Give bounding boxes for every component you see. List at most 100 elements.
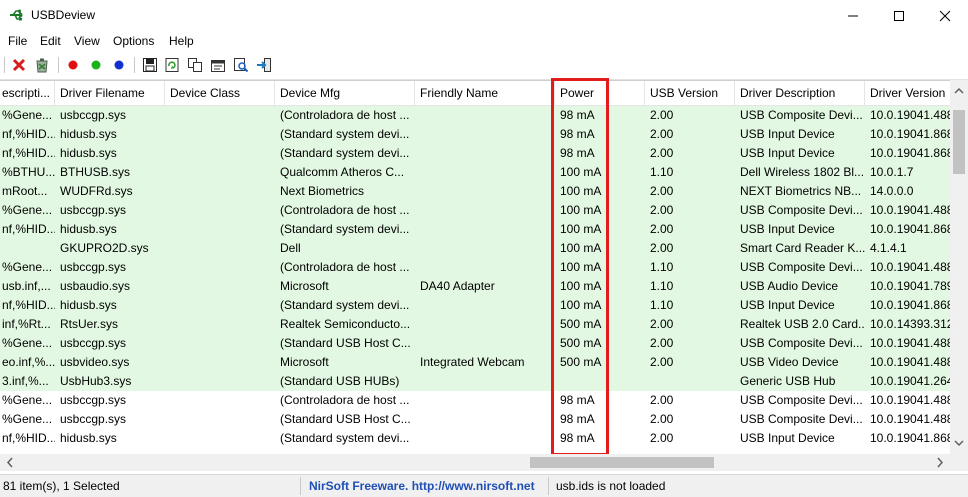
table-row[interactable]: %Gene... usbccgp.sys (Standard USB Host C.…: [0, 410, 950, 429]
find-button[interactable]: [232, 56, 250, 74]
save-button[interactable]: [141, 56, 159, 74]
table-row[interactable]: nf,%HID... hidusb.sys (Standard system dev…: [0, 220, 950, 239]
cell-driver-version: 10.0.19041.264: [870, 374, 950, 388]
cell-driver-filename: GKUPRO2D.sys: [60, 241, 149, 255]
cell-device-mfg: (Controladora de host ...: [280, 108, 410, 122]
table-row[interactable]: GKUPRO2D.sys Dell 100 mA 2.00 Smart Card Rea…: [0, 239, 950, 258]
column-header-driver-version[interactable]: Driver Version: [865, 81, 950, 105]
cell-driver-version: 10.0.19041.488: [870, 355, 950, 369]
cell-device-class: [165, 372, 275, 391]
menu-file[interactable]: File: [8, 34, 27, 48]
cell-usb-version: 2.00: [650, 241, 674, 255]
table-row[interactable]: nf,%HID... hidusb.sys (Standard system dev…: [0, 125, 950, 144]
table-row[interactable]: 3.inf,%... UsbHub3.sys (Standard USB HUBs)…: [0, 372, 950, 391]
table-row[interactable]: nf,%HID... hidusb.sys (Standard system dev…: [0, 144, 950, 163]
cell-friendly-name: [415, 201, 555, 220]
table-row[interactable]: nf,%HID... hidusb.sys (Standard system dev…: [0, 296, 950, 315]
horizontal-scrollbar[interactable]: [0, 454, 950, 471]
cell-driver-description: USB Input Device: [740, 298, 835, 312]
cell-description: [0, 239, 55, 258]
table-row[interactable]: usb.inf,... usbaudio.sys Microsoft DA40 Ada…: [0, 277, 950, 296]
menu-edit[interactable]: Edit: [40, 34, 61, 48]
cell-device-mfg: (Controladora de host ...: [280, 393, 410, 407]
menu-help[interactable]: Help: [169, 34, 194, 48]
table-row[interactable]: %Gene... usbccgp.sys (Controladora de host…: [0, 258, 950, 277]
cell-device-class: [165, 106, 275, 125]
cell-device-class: [165, 239, 275, 258]
maximize-button[interactable]: [876, 0, 922, 31]
table-row[interactable]: inf,%Rt... RtsUer.sys Realtek Semiconducto…: [0, 315, 950, 334]
column-header-device-mfg[interactable]: Device Mfg: [275, 81, 415, 105]
cell-device-class: [165, 144, 275, 163]
column-header-driver-description[interactable]: Driver Description: [735, 81, 865, 105]
uninstall-button[interactable]: [33, 56, 51, 74]
table-row[interactable]: %Gene... usbccgp.sys (Standard USB Host C.…: [0, 334, 950, 353]
scroll-down-arrow-icon[interactable]: [950, 436, 968, 450]
menu-options[interactable]: Options: [113, 34, 154, 48]
toolbar-separator: [134, 57, 135, 73]
table-row[interactable]: %Gene... usbccgp.sys (Controladora de host…: [0, 106, 950, 125]
table-row[interactable]: %Gene... usbccgp.sys (Controladora de host…: [0, 391, 950, 410]
exit-button[interactable]: [255, 56, 273, 74]
blue-dot-icon: [114, 60, 124, 70]
cell-device-class: [165, 315, 275, 334]
cell-friendly-name: [415, 125, 555, 144]
delete-button[interactable]: [10, 56, 28, 74]
column-header-usb-version[interactable]: USB Version: [645, 81, 735, 105]
cell-driver-filename: usbccgp.sys: [60, 336, 127, 350]
horizontal-scroll-thumb[interactable]: [530, 457, 714, 468]
enable-button[interactable]: [87, 56, 105, 74]
column-header-friendly-name[interactable]: Friendly Name: [415, 81, 555, 105]
column-header-device-class[interactable]: Device Class: [165, 81, 275, 105]
refresh-button[interactable]: [163, 56, 181, 74]
vertical-scroll-thumb[interactable]: [953, 110, 965, 174]
table-row[interactable]: eo.inf,%... usbvideo.sys Microsoft Integrat…: [0, 353, 950, 372]
cell-device-class: [165, 334, 275, 353]
cell-description: nf,%HID...: [2, 127, 55, 141]
cell-friendly-name: [415, 410, 555, 429]
cell-usb-version: [645, 372, 735, 391]
cell-driver-filename: BTHUSB.sys: [60, 165, 131, 179]
cell-driver-description: USB Composite Devi...: [740, 336, 863, 350]
scroll-up-arrow-icon[interactable]: [950, 84, 968, 98]
table-row[interactable]: %BTHU... BTHUSB.sys Qualcomm Atheros C... 1…: [0, 163, 950, 182]
table-row[interactable]: mRoot... WUDFRd.sys Next Biometrics 100 mA 2…: [0, 182, 950, 201]
close-icon: [939, 10, 951, 21]
cell-driver-filename: hidusb.sys: [60, 222, 117, 236]
minimize-icon: [848, 15, 858, 16]
device-list[interactable]: escripti... Driver Filename Device Class…: [0, 80, 950, 455]
cell-device-class: [165, 163, 275, 182]
copy-button[interactable]: [186, 56, 204, 74]
table-row[interactable]: %Gene... usbccgp.sys (Controladora de host…: [0, 201, 950, 220]
cell-usb-version: 2.00: [650, 146, 674, 160]
minimize-button[interactable]: [830, 0, 876, 31]
column-header-description[interactable]: escripti...: [0, 81, 55, 105]
cell-driver-version: 10.0.19041.868: [870, 431, 950, 445]
cell-friendly-name: DA40 Adapter: [420, 279, 495, 293]
cell-friendly-name: [415, 163, 555, 182]
column-header-driver-filename[interactable]: Driver Filename: [55, 81, 165, 105]
cell-friendly-name: [415, 315, 555, 334]
status-bar: 81 item(s), 1 Selected NirSoft Freeware.…: [0, 474, 968, 497]
cell-driver-filename: usbvideo.sys: [60, 355, 130, 369]
disable-enable-button[interactable]: [110, 56, 128, 74]
menu-view[interactable]: View: [74, 34, 100, 48]
properties-button[interactable]: [209, 56, 227, 74]
cell-description: nf,%HID...: [2, 146, 55, 160]
scroll-left-arrow-icon[interactable]: [3, 454, 17, 471]
cell-friendly-name: [415, 144, 555, 163]
disable-button[interactable]: [64, 56, 82, 74]
cell-description: mRoot...: [2, 184, 48, 198]
cell-device-mfg: (Standard system devi...: [280, 431, 410, 445]
cell-driver-version: 10.0.19041.868: [870, 146, 950, 160]
vertical-scrollbar[interactable]: [950, 80, 968, 454]
scroll-right-arrow-icon[interactable]: [933, 454, 947, 471]
title-bar: USBDeview: [0, 0, 968, 31]
toolbar-separator: [58, 57, 59, 73]
table-row[interactable]: nf,%HID... hidusb.sys (Standard system dev…: [0, 429, 950, 448]
status-nirsoft-link[interactable]: NirSoft Freeware. http://www.nirsoft.net: [309, 479, 535, 493]
close-button[interactable]: [922, 0, 968, 31]
cell-driver-version: 10.0.19041.789: [870, 279, 950, 293]
cell-friendly-name: [415, 372, 555, 391]
cell-driver-description: USB Video Device: [740, 355, 839, 369]
